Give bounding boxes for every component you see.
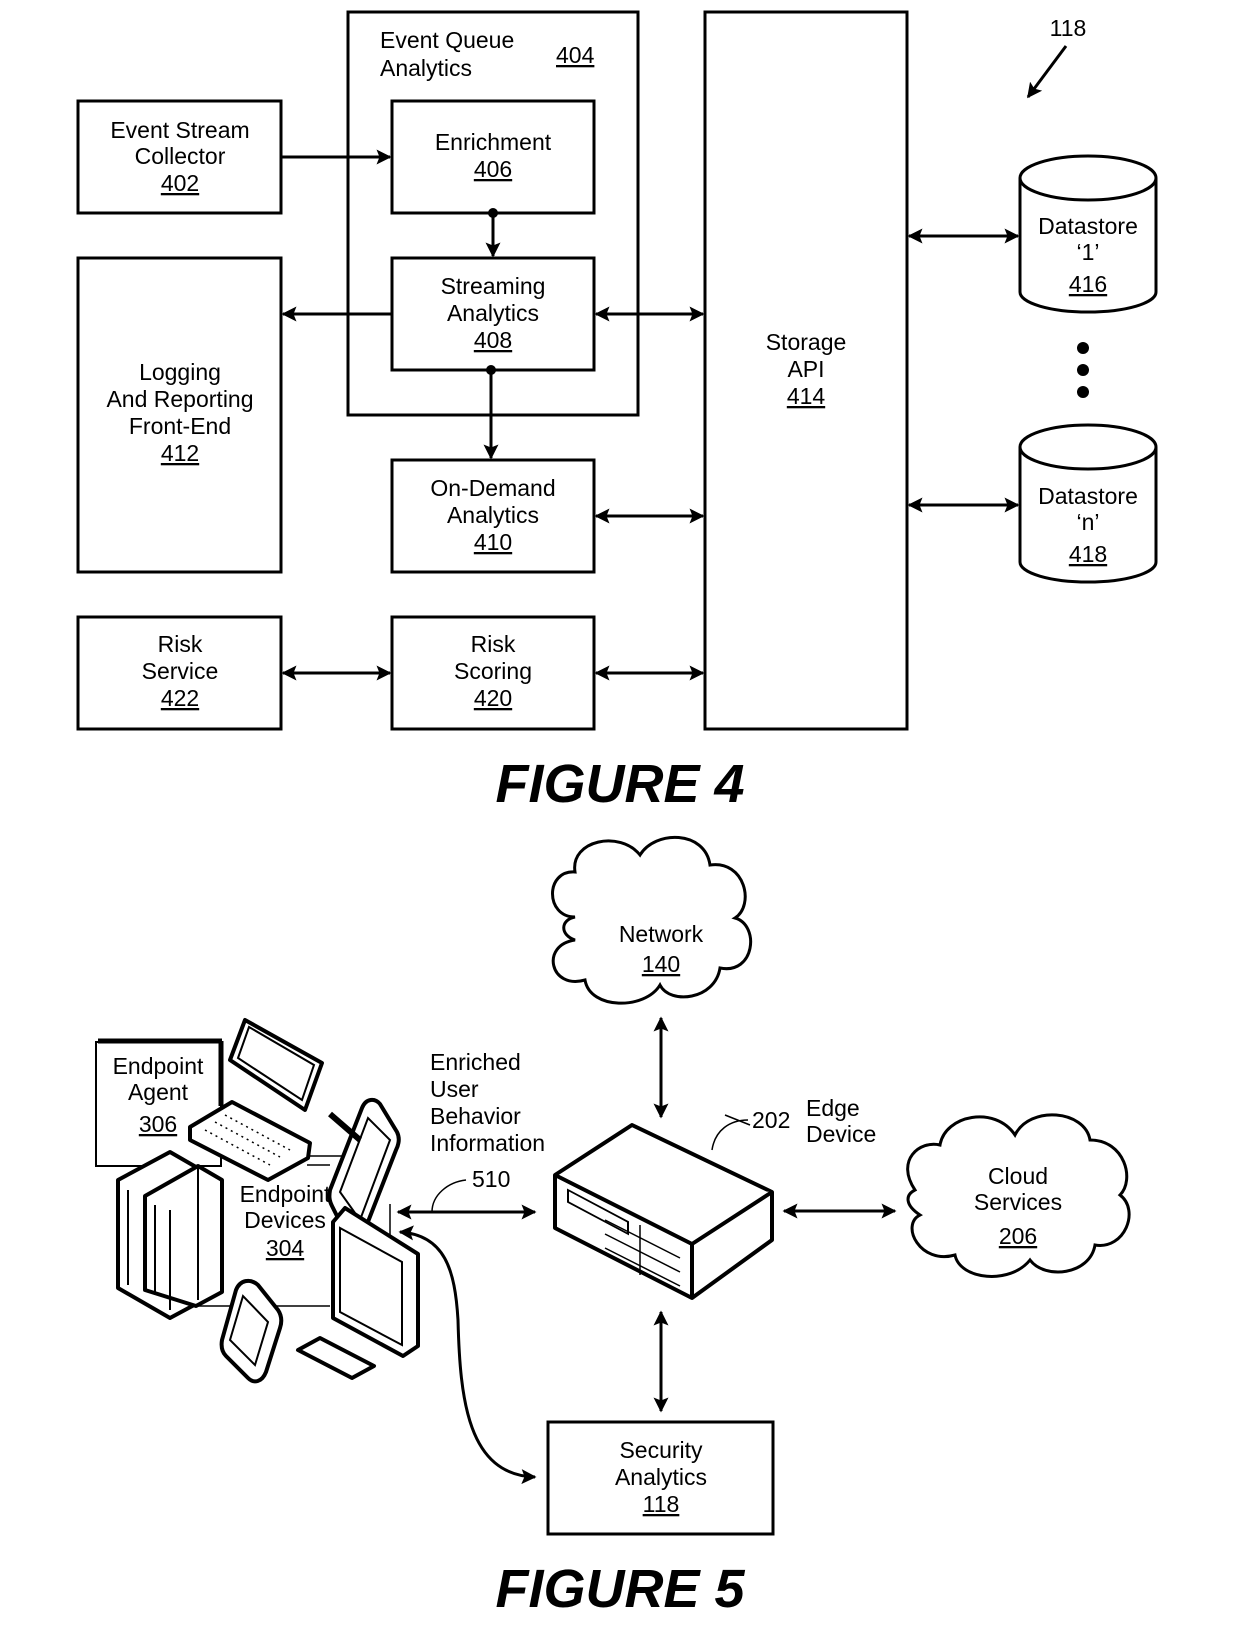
enriched-info-line4: Information [430,1130,545,1156]
storage-api-box: Storage API 414 [703,10,909,731]
security-analytics-label-line1: Security [619,1437,703,1463]
risk-scoring-label-line1: Risk [471,631,516,657]
enrichment-ref: 406 [474,156,512,182]
risk-scoring-ref: 420 [474,685,512,711]
security-analytics-label-line2: Analytics [615,1464,707,1490]
figure-4-caption: FIGURE 4 [495,754,744,814]
risk-scoring-box: Risk Scoring 420 [390,615,596,731]
more-datastores-ellipsis [1077,342,1089,398]
logging-reporting-ref: 412 [161,440,199,466]
patent-drawing-sheet: Event Queue Analytics 404 Event Stream C… [76,10,1158,1619]
logging-reporting-label-line3: Front-End [129,413,231,439]
enrichment-label: Enrichment [435,129,552,155]
enriched-info-label: Enriched User Behavior Information 510 [430,1049,545,1213]
reference-pointer-arrow [1026,45,1068,99]
risk-service-label-line1: Risk [158,631,203,657]
event-stream-collector-label-line2: Collector [135,143,226,169]
enriched-info-leader [431,1179,467,1213]
endpoint-agent-ref: 306 [139,1111,177,1137]
datastore-1-cylinder: Datastore ‘1’ 416 [1018,154,1158,314]
figure-5-caption: FIGURE 5 [495,1559,745,1619]
edge-device-label-line2: Device [806,1121,876,1147]
logging-reporting-label-line1: Logging [139,359,221,385]
enriched-info-line1: Enriched [430,1049,521,1075]
streaming-analytics-ref: 408 [474,327,512,353]
risk-service-ref: 422 [161,685,199,711]
edge-device-label-line1: Edge [806,1095,860,1121]
event-queue-analytics-label-line1: Event Queue [380,27,514,53]
figure4-reference-label: 118 [1050,15,1087,41]
datastore-1-label-line1: Datastore [1038,213,1138,239]
cloud-services-ref: 206 [999,1223,1037,1249]
datastore-n-label-line1: Datastore [1038,483,1138,509]
endpoint-devices-label-line2: Devices [244,1207,326,1233]
event-queue-analytics-ref: 404 [556,42,595,68]
enriched-info-line3: Behavior [430,1103,521,1129]
endpoint-agent-label-line1: Endpoint [113,1053,204,1079]
on-demand-analytics-ref: 410 [474,529,512,555]
cloud-services-cloud: Cloud Services 206 [906,1113,1131,1278]
event-queue-analytics-label-line2: Analytics [380,55,472,81]
edge-device-server-icon [553,1114,774,1300]
server-tower-icon [116,1150,224,1320]
edge-device-ref: 202 [752,1107,790,1133]
risk-scoring-label-line2: Scoring [454,658,532,684]
event-stream-collector-box: Event Stream Collector 402 [76,99,283,215]
cloud-services-label-line1: Cloud [988,1163,1048,1189]
storage-api-ref: 414 [787,383,826,409]
cloud-services-label-line2: Services [974,1189,1062,1215]
datastore-1-ref: 416 [1069,271,1107,297]
logging-reporting-box: Logging And Reporting Front-End 412 [76,256,283,574]
streaming-analytics-box: Streaming Analytics 408 [390,256,596,372]
datastore-1-label-line2: ‘1’ [1076,239,1099,265]
endpoint-devices-ref: 304 [266,1235,305,1261]
datastore-n-label-line2: ‘n’ [1076,509,1099,535]
figure-5: Network 140 Cloud Services 206 202 Edge … [95,835,1131,1619]
event-stream-collector-ref: 402 [161,170,199,196]
risk-service-box: Risk Service 422 [76,615,283,731]
enriched-info-line2: User [430,1076,479,1102]
event-stream-collector-label-line1: Event Stream [110,117,249,143]
security-analytics-box: Security Analytics 118 [546,1420,775,1536]
network-cloud: Network 140 [551,835,752,1005]
network-label: Network [619,921,704,947]
pda-icon [219,1278,284,1384]
storage-api-label-line1: Storage [766,329,847,355]
edge-endpoints-security [398,1225,537,1485]
datastore-n-cylinder: Datastore ‘n’ 418 [1018,423,1158,584]
on-demand-analytics-label-line1: On-Demand [430,475,555,501]
storage-api-label-line2: API [787,356,824,382]
on-demand-analytics-label-line2: Analytics [447,502,539,528]
enrichment-box: Enrichment 406 [390,99,596,215]
endpoint-devices-label-line1: Endpoint [240,1181,331,1207]
datastore-n-ref: 418 [1069,541,1107,567]
logging-reporting-label-line2: And Reporting [106,386,253,412]
streaming-analytics-label-line1: Streaming [441,273,546,299]
endpoint-agent-label-line2: Agent [128,1079,189,1105]
enriched-info-ref: 510 [472,1166,510,1192]
streaming-analytics-label-line2: Analytics [447,300,539,326]
network-ref: 140 [642,951,680,977]
risk-service-label-line2: Service [142,658,219,684]
security-analytics-ref: 118 [643,1491,680,1517]
on-demand-analytics-box: On-Demand Analytics 410 [390,458,596,574]
figure-4: Event Queue Analytics 404 Event Stream C… [76,10,1158,814]
